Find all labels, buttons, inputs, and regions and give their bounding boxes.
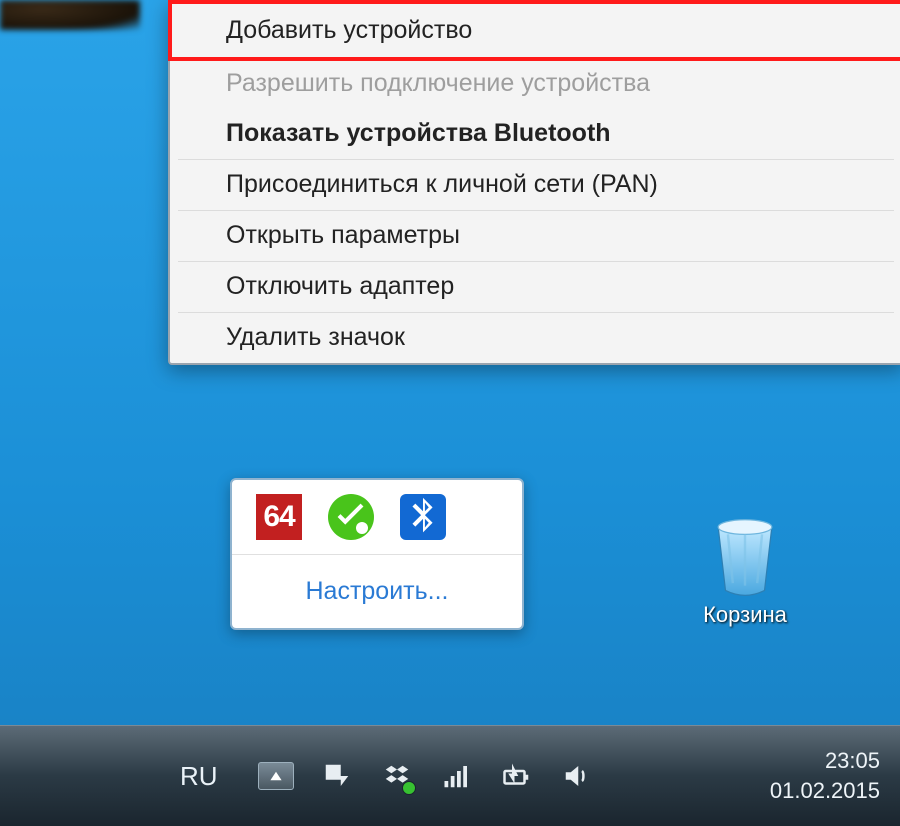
recycle-bin-icon <box>706 510 784 596</box>
power-icon[interactable] <box>500 759 534 793</box>
menu-disable-adapter[interactable]: Отключить адаптер <box>170 262 900 312</box>
menu-add-device[interactable]: Добавить устройство <box>168 0 900 61</box>
bluetooth-icon[interactable] <box>400 494 446 540</box>
skype-icon[interactable] <box>328 494 374 540</box>
tray-overflow-popup: 64 Настроить... <box>230 478 524 630</box>
status-dot-icon <box>402 781 416 795</box>
menu-remove-icon[interactable]: Удалить значок <box>170 313 900 363</box>
network-icon[interactable] <box>440 759 474 793</box>
dropbox-icon[interactable] <box>380 759 414 793</box>
tray-overflow-icons: 64 <box>232 480 522 554</box>
menu-allow-connect: Разрешить подключение устройства <box>170 59 900 109</box>
recycle-bin[interactable]: Корзина <box>680 510 810 628</box>
recycle-bin-label: Корзина <box>680 602 810 628</box>
language-indicator[interactable]: RU <box>0 761 248 792</box>
action-center-icon[interactable] <box>320 759 354 793</box>
volume-icon[interactable] <box>560 759 594 793</box>
menu-join-pan[interactable]: Присоединиться к личной сети (PAN) <box>170 160 900 210</box>
triangle-up-icon <box>269 769 283 783</box>
tray-customize-link[interactable]: Настроить... <box>232 554 522 628</box>
menu-show-bluetooth-devices[interactable]: Показать устройства Bluetooth <box>170 109 900 159</box>
taskbar: RU 23:05 01.02.2015 <box>0 725 900 826</box>
bluetooth-glyph-icon <box>400 494 446 540</box>
system-tray <box>248 759 594 793</box>
menu-open-settings[interactable]: Открыть параметры <box>170 211 900 261</box>
desktop: Добавить устройство Разрешить подключени… <box>0 0 900 826</box>
clock-time: 23:05 <box>770 746 880 776</box>
bluetooth-context-menu: Добавить устройство Разрешить подключени… <box>168 0 900 365</box>
taskbar-clock[interactable]: 23:05 01.02.2015 <box>750 746 900 805</box>
aida64-icon[interactable]: 64 <box>256 494 302 540</box>
checkmark-icon <box>328 494 374 540</box>
tray-expand-button[interactable] <box>258 762 294 790</box>
clock-date: 01.02.2015 <box>770 776 880 806</box>
smudge-decoration <box>0 0 140 30</box>
